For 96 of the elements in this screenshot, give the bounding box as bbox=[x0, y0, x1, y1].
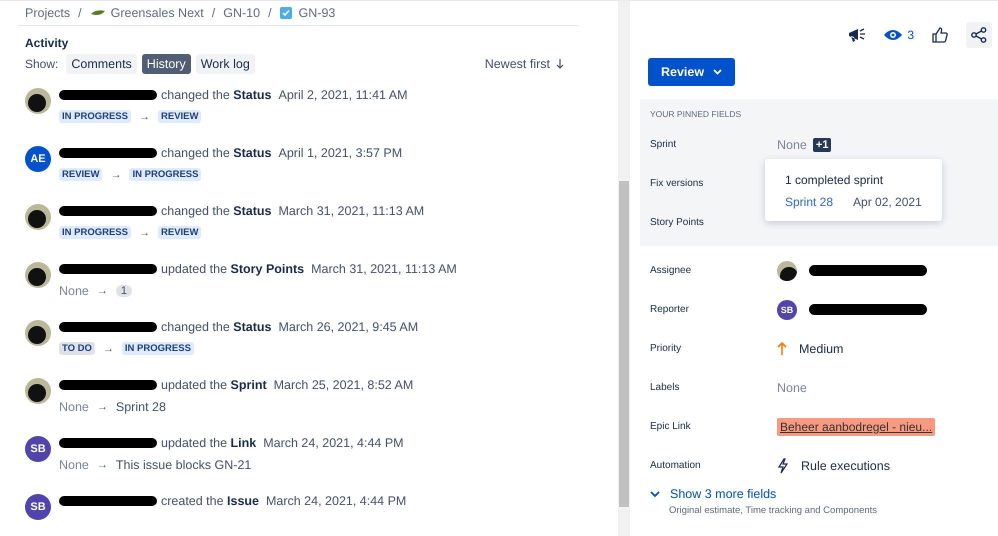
scrollbar[interactable] bbox=[618, 1, 630, 536]
sprint-date: Apr 02, 2021 bbox=[853, 195, 922, 209]
checkbox-icon bbox=[280, 7, 292, 19]
activity-text: updated the Story Points bbox=[161, 262, 304, 276]
filter-tab[interactable]: Comments bbox=[66, 54, 137, 74]
avatar bbox=[25, 204, 51, 230]
panel-title: YOUR PINNED FIELDS bbox=[650, 109, 742, 119]
activity-text: created the Issue bbox=[161, 494, 259, 508]
breadcrumb-separator: / bbox=[78, 6, 82, 20]
count-badge[interactable]: +1 bbox=[812, 138, 832, 152]
activity-text: changed the Status bbox=[161, 88, 272, 102]
watcher-count: 3 bbox=[907, 28, 914, 42]
avatar bbox=[25, 320, 51, 346]
avatar: SB bbox=[777, 300, 797, 320]
lightning-icon bbox=[777, 458, 789, 474]
avatar bbox=[25, 88, 51, 114]
field-value: None bbox=[777, 138, 807, 152]
breadcrumb-separator: / bbox=[212, 6, 216, 20]
field-value: None bbox=[777, 380, 807, 394]
timestamp: March 24, 2021, 4:44 PM bbox=[266, 494, 406, 508]
activity-text: changed the Status bbox=[161, 146, 272, 160]
field-label: Fix versions bbox=[650, 178, 704, 189]
popup-title: 1 completed sprint bbox=[785, 173, 884, 187]
breadcrumb-link[interactable]: GN-10 bbox=[223, 6, 260, 20]
timestamp: March 24, 2021, 4:44 PM bbox=[263, 436, 404, 450]
filter-tab[interactable]: History bbox=[142, 54, 191, 74]
avatar bbox=[25, 378, 51, 404]
chevron-down-icon bbox=[713, 69, 722, 75]
arrow-icon: → bbox=[96, 285, 108, 297]
sprint-link[interactable]: Sprint 28 bbox=[785, 195, 834, 209]
status-lozenge: IN PROGRESS bbox=[59, 110, 131, 123]
field-value: Medium bbox=[799, 342, 844, 356]
old-value: None bbox=[59, 400, 89, 414]
old-value: None bbox=[59, 284, 89, 298]
timestamp: March 26, 2021, 9:45 AM bbox=[278, 320, 418, 334]
show-more-button[interactable]: Show 3 more fields bbox=[650, 487, 776, 501]
avatar: AE bbox=[25, 146, 51, 172]
avatar bbox=[25, 262, 51, 288]
status-lozenge: REVIEW bbox=[158, 110, 202, 123]
show-label: Show: bbox=[25, 57, 58, 71]
activity-text: updated the Sprint bbox=[161, 378, 267, 392]
status-lozenge: IN PROGRESS bbox=[59, 226, 131, 239]
thumbs-up-icon[interactable] bbox=[932, 27, 948, 43]
arrow-icon: → bbox=[139, 226, 150, 238]
hint-text: Original estimate, Time tracking and Components bbox=[669, 505, 878, 516]
field-label: Assignee bbox=[650, 265, 692, 276]
arrow-icon: → bbox=[96, 459, 108, 471]
breadcrumb-link[interactable]: Greensales Next bbox=[110, 6, 204, 20]
field-label: Automation bbox=[650, 460, 702, 471]
status-lozenge: REVIEW bbox=[158, 226, 202, 239]
old-value: None bbox=[59, 458, 89, 472]
breadcrumb-separator: / bbox=[268, 6, 272, 20]
section-title: Activity bbox=[25, 36, 70, 50]
status-lozenge: REVIEW bbox=[59, 168, 102, 181]
avatar: SB bbox=[25, 494, 51, 520]
field-value: Rule executions bbox=[801, 458, 890, 472]
field-label: Reporter bbox=[650, 304, 690, 315]
field-label: Story Points bbox=[650, 217, 705, 228]
arrow-icon: → bbox=[110, 168, 122, 180]
field-label: Priority bbox=[650, 343, 682, 354]
status-lozenge: IN PROGRESS bbox=[129, 168, 202, 181]
field-label: Epic Link bbox=[650, 421, 692, 432]
timestamp: March 25, 2021, 8:52 AM bbox=[274, 378, 414, 392]
chevron-down-icon bbox=[650, 490, 660, 498]
activity-text: updated the Link bbox=[161, 436, 256, 450]
arrow-down-icon bbox=[556, 59, 564, 69]
activity-text: changed the Status bbox=[161, 320, 272, 334]
status-lozenge: TO DO bbox=[59, 342, 95, 355]
field-label: Labels bbox=[650, 382, 680, 393]
megaphone-icon[interactable] bbox=[848, 27, 866, 43]
arrow-icon: → bbox=[139, 110, 150, 122]
timestamp: April 1, 2021, 3:57 PM bbox=[278, 146, 402, 160]
new-value: Sprint 28 bbox=[116, 400, 166, 414]
sort-button[interactable]: Newest first bbox=[478, 56, 570, 72]
filter-tab[interactable]: Work log bbox=[196, 54, 255, 74]
arrow-icon: → bbox=[102, 342, 114, 354]
field-label: Sprint bbox=[650, 139, 678, 150]
share-button[interactable] bbox=[966, 22, 992, 48]
timestamp: April 2, 2021, 11:41 AM bbox=[278, 88, 408, 102]
share-icon bbox=[971, 27, 987, 43]
arrow-up-icon bbox=[777, 342, 787, 355]
arrow-icon: → bbox=[96, 401, 108, 413]
eye-icon[interactable] bbox=[884, 29, 902, 41]
timestamp: March 31, 2021, 11:13 AM bbox=[278, 204, 424, 218]
activity-text: changed the Status bbox=[161, 204, 272, 218]
timestamp: March 31, 2021, 11:13 AM bbox=[311, 262, 457, 276]
avatar bbox=[777, 260, 797, 280]
avatar: SB bbox=[25, 436, 51, 462]
status-button[interactable]: Review bbox=[648, 58, 736, 86]
epic-link[interactable]: Beheer aanbodregel - nieu... bbox=[777, 418, 936, 436]
breadcrumb-link[interactable]: GN-93 bbox=[298, 6, 336, 20]
leaf-icon bbox=[90, 9, 106, 17]
breadcrumb-link[interactable]: Projects bbox=[25, 6, 70, 20]
new-value: This issue blocks GN-21 bbox=[116, 458, 252, 472]
new-value: 1 bbox=[116, 285, 132, 297]
status-lozenge: IN PROGRESS bbox=[122, 342, 194, 355]
